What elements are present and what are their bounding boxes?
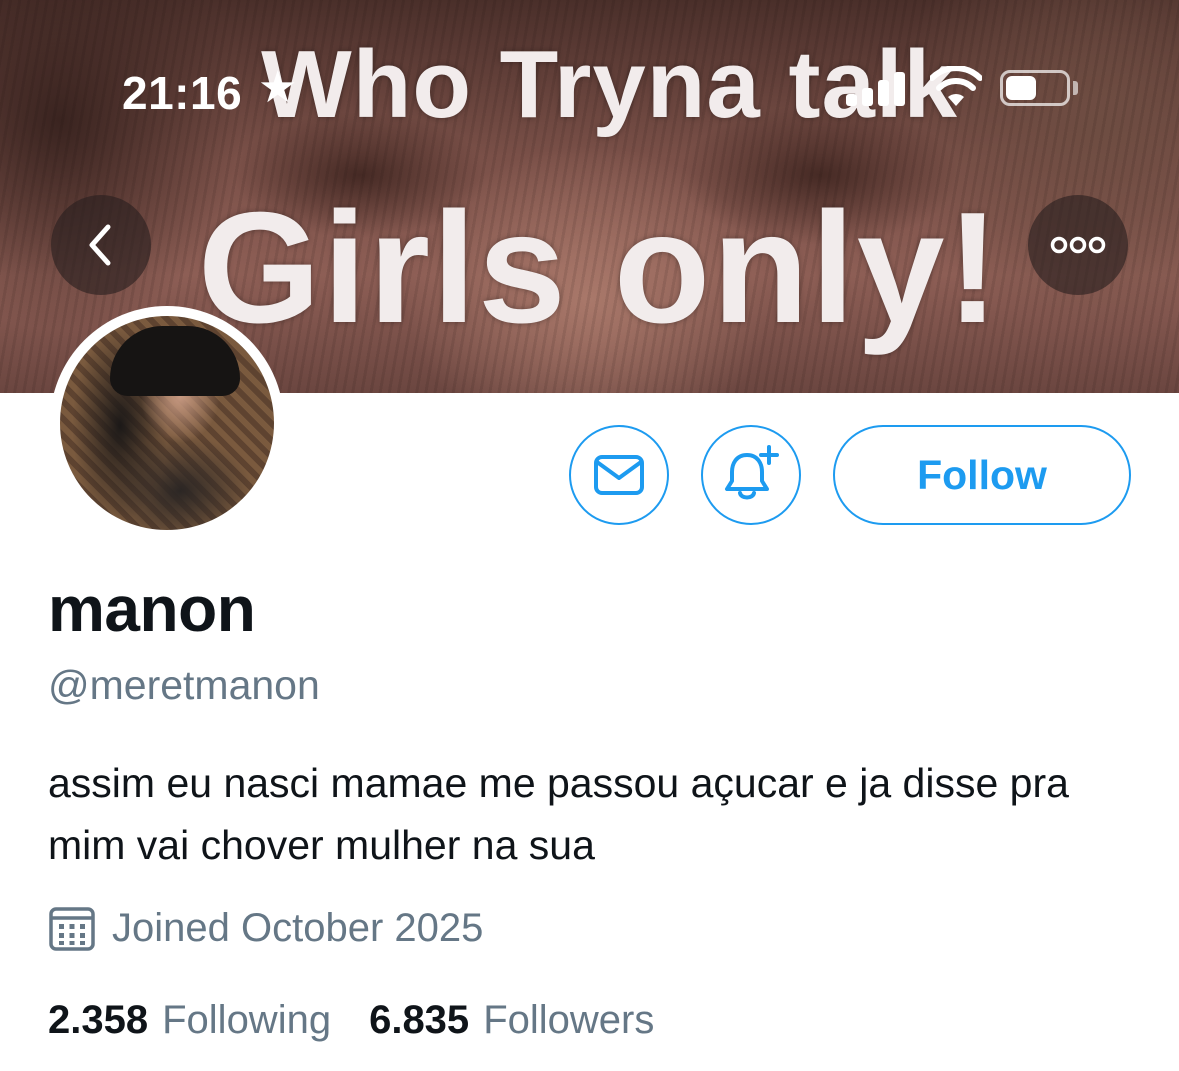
star-icon: ★ — [258, 63, 298, 112]
followers-label: Followers — [483, 998, 655, 1042]
more-horizontal-icon — [1050, 236, 1106, 254]
status-time: 21:16 — [122, 67, 243, 119]
joined-date: Joined October 2025 — [112, 905, 484, 950]
battery-cap — [1073, 81, 1078, 95]
follow-button[interactable]: Follow — [833, 425, 1131, 525]
follow-stats: 2.358 Following 6.835 Followers — [48, 998, 654, 1043]
cellular-signal-icon — [846, 72, 906, 106]
following-label: Following — [162, 998, 332, 1042]
notifications-button[interactable] — [701, 425, 801, 525]
avatar-hair — [110, 326, 240, 396]
wifi-icon — [930, 66, 982, 106]
user-handle: @meretmanon — [48, 662, 320, 708]
back-button[interactable] — [51, 195, 151, 295]
following-link[interactable]: 2.358 Following — [48, 998, 331, 1043]
calendar-icon — [49, 907, 95, 951]
following-count: 2.358 — [48, 998, 149, 1042]
chevron-left-icon — [89, 224, 111, 266]
more-options-button[interactable] — [1028, 195, 1128, 295]
joined-date-row: Joined October 2025 — [48, 902, 483, 954]
followers-link[interactable]: 6.835 Followers — [369, 998, 654, 1043]
followers-count: 6.835 — [369, 998, 470, 1042]
profile-bio: assim eu nasci mamae me passou açucar e … — [48, 760, 1069, 868]
display-name: manon — [48, 573, 256, 645]
battery-level — [1006, 76, 1036, 100]
envelope-icon — [594, 455, 644, 495]
avatar[interactable] — [60, 316, 274, 530]
bell-plus-icon — [725, 445, 779, 500]
battery-icon — [1000, 70, 1070, 106]
message-button[interactable] — [569, 425, 669, 525]
